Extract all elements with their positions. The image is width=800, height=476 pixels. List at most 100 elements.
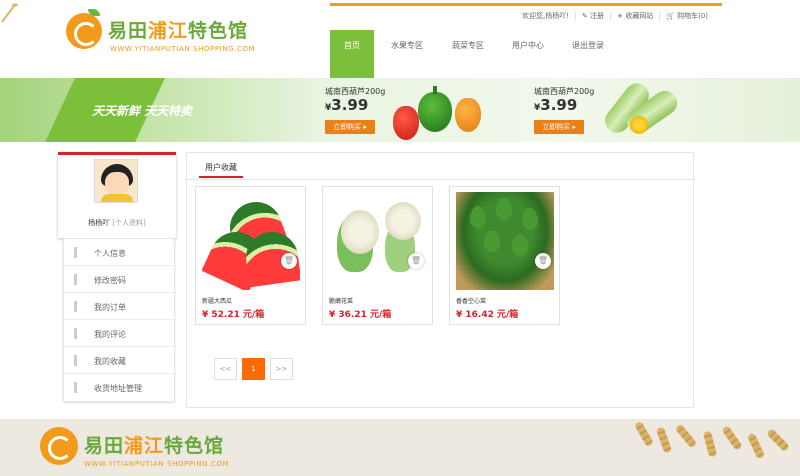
menu-label: 个人信息 xyxy=(94,249,126,258)
product-name: 新疆大西瓜 xyxy=(202,298,233,305)
promo-price-value: 3.99 xyxy=(331,96,369,114)
star-icon: ★ xyxy=(616,12,624,20)
menu-item-change-password[interactable]: 修改密码 xyxy=(64,266,174,293)
menu-item-reviews[interactable]: 我的评论 xyxy=(64,320,174,347)
menu-bullet xyxy=(74,355,77,366)
buy-now-button[interactable]: 立即购买 ▸ xyxy=(325,120,375,134)
username-text: 杨杨吖 xyxy=(88,219,110,227)
orange-pepper-image xyxy=(455,98,481,132)
product-price: ¥ 36.21 元/箱 xyxy=(329,310,392,320)
wheat-decoration-icon xyxy=(674,423,698,449)
menu-item-orders[interactable]: 我的订单 xyxy=(64,293,174,320)
user-menu: 个人信息 修改密码 我的订单 我的评论 我的收藏 收货地址管理 xyxy=(63,238,175,402)
wheat-decoration-icon xyxy=(746,432,766,460)
zucchini-flower-image xyxy=(630,116,648,134)
banner-slogan: 天天新鲜 天天特卖 xyxy=(92,104,193,118)
menu-bullet xyxy=(74,301,77,312)
logo-mark-icon xyxy=(40,427,78,465)
menu-label: 我的订单 xyxy=(94,303,126,312)
menu-label: 收货地址管理 xyxy=(94,384,142,393)
promo-price: ¥3.99 xyxy=(534,96,577,114)
menu-label: 修改密码 xyxy=(94,276,126,285)
separator: | xyxy=(574,12,577,20)
separator: | xyxy=(609,12,612,20)
logo-name-part2: 浦江 xyxy=(148,20,189,42)
product-price: ¥ 16.42 元/箱 xyxy=(456,310,519,320)
promo-banner: 天天新鲜 天天特卖 城南西葫芦200g ¥3.99 立即购买 ▸ 城南西葫芦20… xyxy=(0,78,800,142)
nav-item-fruit[interactable]: 水果专区 xyxy=(382,30,432,78)
wheat-decoration-icon xyxy=(721,425,743,451)
site-logo[interactable]: 易田浦江特色馆 WWW.YITIANPUTIAN SHOPPING.COM xyxy=(66,9,266,58)
profile-username: 杨杨吖 [个人资料] xyxy=(58,218,176,228)
footer-logo-url: WWW.YITIANPUTIAN SHOPPING.COM xyxy=(84,460,230,468)
pepper-stem xyxy=(433,86,437,94)
avatar-shirt xyxy=(101,194,133,202)
product-card[interactable]: 🗑 脆嫩花菜 ¥ 36.21 元/箱 xyxy=(322,186,433,325)
footer-logo: 易田浦江特色馆 WWW.YITIANPUTIAN SHOPPING.COM xyxy=(40,427,260,473)
tab-favorites[interactable]: 用户收藏 xyxy=(199,160,243,178)
water-spinach-image xyxy=(456,192,554,290)
wheat-decoration-icon xyxy=(634,420,654,448)
next-page-button[interactable]: >> xyxy=(270,358,293,380)
product-card[interactable]: 🗑 香香空心菜 ¥ 16.42 元/箱 xyxy=(449,186,560,325)
watermelon-image xyxy=(202,192,300,290)
register-link[interactable]: 注册 xyxy=(590,11,604,21)
logo-name-part3: 特色馆 xyxy=(164,435,225,457)
register-icon: ✎ xyxy=(581,12,588,20)
tab-divider xyxy=(187,179,693,180)
menu-bullet xyxy=(74,382,77,393)
wheat-decoration-icon xyxy=(655,426,673,454)
menu-bullet xyxy=(74,328,77,339)
buy-now-button[interactable]: 立即购买 ▸ xyxy=(534,120,584,134)
menu-label: 我的收藏 xyxy=(94,357,126,366)
green-pepper-image xyxy=(418,92,452,132)
menu-item-personal-info[interactable]: 个人信息 xyxy=(64,239,174,266)
site-header: 易田浦江特色馆 WWW.YITIANPUTIAN SHOPPING.COM 欢迎… xyxy=(0,0,800,78)
logo-url: WWW.YITIANPUTIAN SHOPPING.COM xyxy=(110,45,256,53)
page-1-button[interactable]: 1 xyxy=(242,358,265,380)
site-footer: 易田浦江特色馆 WWW.YITIANPUTIAN SHOPPING.COM xyxy=(0,419,800,476)
nav-item-home[interactable]: 首页 xyxy=(330,30,374,78)
delete-favorite-icon[interactable]: 🗑 xyxy=(535,253,551,269)
welcome-text: 欢迎您,杨杨吖! xyxy=(522,12,570,20)
promo-price-value: 3.99 xyxy=(540,96,578,114)
main-nav: 首页 水果专区 蔬菜专区 用户中心 退出登录 xyxy=(330,30,650,78)
cart-link[interactable]: 购物车(0) xyxy=(677,11,708,21)
product-card[interactable]: 🗑 新疆大西瓜 ¥ 52.21 元/箱 xyxy=(195,186,306,325)
menu-bullet xyxy=(74,247,77,258)
menu-bullet xyxy=(74,274,77,285)
logo-mark-icon xyxy=(66,13,102,49)
footer-logo-name: 易田浦江特色馆 xyxy=(84,431,224,458)
profile-info-link[interactable]: [个人资料] xyxy=(112,219,145,227)
nav-item-logout[interactable]: 退出登录 xyxy=(563,30,613,78)
delete-favorite-icon[interactable]: 🗑 xyxy=(281,253,297,269)
cart-icon: 🛒 xyxy=(666,12,675,20)
favorites-link[interactable]: 收藏网站 xyxy=(625,11,653,21)
separator: | xyxy=(658,12,661,20)
nav-item-user-center[interactable]: 用户中心 xyxy=(503,30,553,78)
delete-favorite-icon[interactable]: 🗑 xyxy=(408,253,424,269)
menu-label: 我的评论 xyxy=(94,330,126,339)
wheat-decoration-icon xyxy=(765,427,791,453)
avatar-face xyxy=(105,172,129,194)
product-name: 脆嫩花菜 xyxy=(329,298,354,305)
logo-name-part1: 易田 xyxy=(84,435,125,457)
profile-card: 杨杨吖 [个人资料] xyxy=(58,152,176,238)
logo-name-part1: 易田 xyxy=(108,20,149,42)
wheat-decoration-icon xyxy=(702,430,718,458)
logo-name-part3: 特色馆 xyxy=(188,20,249,42)
menu-item-favorites[interactable]: 我的收藏 xyxy=(64,347,174,374)
product-name: 香香空心菜 xyxy=(456,298,487,305)
avatar[interactable] xyxy=(94,159,138,203)
nav-item-vegetable[interactable]: 蔬菜专区 xyxy=(443,30,493,78)
prev-page-button[interactable]: << xyxy=(214,358,237,380)
logo-name: 易田浦江特色馆 xyxy=(108,16,248,43)
wheat-decoration-icon xyxy=(1,3,18,23)
product-price: ¥ 52.21 元/箱 xyxy=(202,310,265,320)
top-links: 欢迎您,杨杨吖! | ✎ 注册 | ★ 收藏网站 | 🛒 购物车(0) xyxy=(522,11,722,23)
cauliflower-image xyxy=(329,192,427,290)
red-pepper-image xyxy=(393,106,419,140)
promo-price: ¥3.99 xyxy=(325,96,368,114)
menu-item-address[interactable]: 收货地址管理 xyxy=(64,374,174,401)
logo-name-part2: 浦江 xyxy=(124,435,165,457)
